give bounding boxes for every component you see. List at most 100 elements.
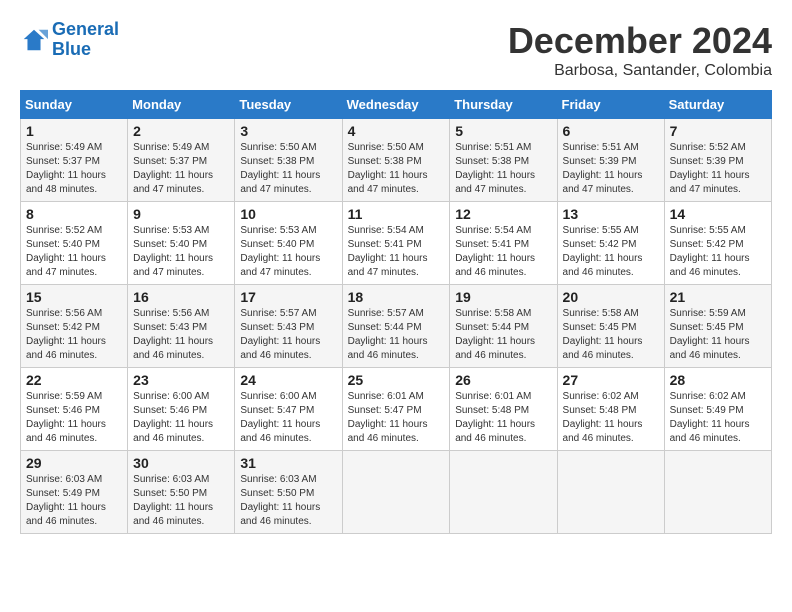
calendar-cell: 25 Sunrise: 6:01 AM Sunset: 5:47 PM Dayli… — [342, 368, 450, 451]
calendar-cell: 20 Sunrise: 5:58 AM Sunset: 5:45 PM Dayli… — [557, 285, 664, 368]
day-info: Sunrise: 5:54 AM Sunset: 5:41 PM Dayligh… — [348, 224, 445, 280]
calendar-cell: 23 Sunrise: 6:00 AM Sunset: 5:46 PM Dayli… — [128, 368, 235, 451]
day-info: Sunrise: 5:56 AM Sunset: 5:42 PM Dayligh… — [26, 307, 122, 363]
day-info: Sunrise: 6:02 AM Sunset: 5:49 PM Dayligh… — [670, 390, 766, 446]
weekday-header-friday: Friday — [557, 91, 664, 119]
calendar-cell — [342, 451, 450, 534]
day-info: Sunrise: 5:58 AM Sunset: 5:45 PM Dayligh… — [563, 307, 659, 363]
day-info: Sunrise: 6:01 AM Sunset: 5:48 PM Dayligh… — [455, 390, 551, 446]
day-number: 18 — [348, 289, 445, 305]
day-number: 7 — [670, 123, 766, 139]
calendar-cell: 10Sunrise: 5:53 AM Sunset: 5:40 PM Dayli… — [235, 202, 342, 285]
day-number: 26 — [455, 372, 551, 388]
day-info: Sunrise: 6:02 AM Sunset: 5:48 PM Dayligh… — [563, 390, 659, 446]
day-number: 17 — [240, 289, 336, 305]
calendar-week-row: 1 Sunrise: 5:49 AM Sunset: 5:37 PM Daylig… — [21, 119, 772, 202]
day-number: 29 — [26, 455, 122, 471]
calendar-cell: 14Sunrise: 5:55 AM Sunset: 5:42 PM Dayli… — [664, 202, 771, 285]
day-number: 23 — [133, 372, 229, 388]
day-info: Sunrise: 6:03 AM Sunset: 5:49 PM Dayligh… — [26, 473, 122, 529]
calendar-cell: 6 Sunrise: 5:51 AM Sunset: 5:39 PM Daylig… — [557, 119, 664, 202]
day-number: 21 — [670, 289, 766, 305]
day-number: 24 — [240, 372, 336, 388]
day-number: 4 — [348, 123, 445, 139]
day-info: Sunrise: 6:00 AM Sunset: 5:46 PM Dayligh… — [133, 390, 229, 446]
day-number: 19 — [455, 289, 551, 305]
day-number: 31 — [240, 455, 336, 471]
weekday-header-thursday: Thursday — [450, 91, 557, 119]
day-info: Sunrise: 5:51 AM Sunset: 5:38 PM Dayligh… — [455, 141, 551, 197]
day-number: 22 — [26, 372, 122, 388]
calendar-cell: 17 Sunrise: 5:57 AM Sunset: 5:43 PM Dayli… — [235, 285, 342, 368]
calendar-table: SundayMondayTuesdayWednesdayThursdayFrid… — [20, 90, 772, 534]
calendar-cell: 2Sunrise: 5:49 AM Sunset: 5:37 PM Daylig… — [128, 119, 235, 202]
title-block: December 2024 Barbosa, Santander, Colomb… — [508, 20, 772, 80]
day-number: 20 — [563, 289, 659, 305]
day-info: Sunrise: 5:51 AM Sunset: 5:39 PM Dayligh… — [563, 141, 659, 197]
calendar-cell: 9 Sunrise: 5:53 AM Sunset: 5:40 PM Daylig… — [128, 202, 235, 285]
weekday-header-wednesday: Wednesday — [342, 91, 450, 119]
day-info: Sunrise: 5:52 AM Sunset: 5:39 PM Dayligh… — [670, 141, 766, 197]
day-info: Sunrise: 5:56 AM Sunset: 5:43 PM Dayligh… — [133, 307, 229, 363]
day-number: 15 — [26, 289, 122, 305]
day-info: Sunrise: 6:01 AM Sunset: 5:47 PM Dayligh… — [348, 390, 445, 446]
weekday-header-tuesday: Tuesday — [235, 91, 342, 119]
calendar-cell: 28 Sunrise: 6:02 AM Sunset: 5:49 PM Dayli… — [664, 368, 771, 451]
weekday-header-monday: Monday — [128, 91, 235, 119]
day-info: Sunrise: 5:50 AM Sunset: 5:38 PM Dayligh… — [348, 141, 445, 197]
day-info: Sunrise: 5:59 AM Sunset: 5:46 PM Dayligh… — [26, 390, 122, 446]
day-number: 25 — [348, 372, 445, 388]
day-number: 9 — [133, 206, 229, 222]
calendar-cell: 4 Sunrise: 5:50 AM Sunset: 5:38 PM Daylig… — [342, 119, 450, 202]
day-info: Sunrise: 5:55 AM Sunset: 5:42 PM Dayligh… — [563, 224, 659, 280]
day-number: 27 — [563, 372, 659, 388]
day-number: 6 — [563, 123, 659, 139]
day-number: 16 — [133, 289, 229, 305]
day-number: 14 — [670, 206, 766, 222]
calendar-cell: 30Sunrise: 6:03 AM Sunset: 5:50 PM Dayli… — [128, 451, 235, 534]
calendar-cell: 12Sunrise: 5:54 AM Sunset: 5:41 PM Dayli… — [450, 202, 557, 285]
calendar-cell: 1 Sunrise: 5:49 AM Sunset: 5:37 PM Daylig… — [21, 119, 128, 202]
weekday-header-saturday: Saturday — [664, 91, 771, 119]
weekday-header-sunday: Sunday — [21, 91, 128, 119]
day-info: Sunrise: 5:53 AM Sunset: 5:40 PM Dayligh… — [133, 224, 229, 280]
day-number: 1 — [26, 123, 122, 139]
day-number: 30 — [133, 455, 229, 471]
calendar-cell: 31 Sunrise: 6:03 AM Sunset: 5:50 PM Dayli… — [235, 451, 342, 534]
calendar-cell: 7 Sunrise: 5:52 AM Sunset: 5:39 PM Daylig… — [664, 119, 771, 202]
calendar-week-row: 29 Sunrise: 6:03 AM Sunset: 5:49 PM Dayli… — [21, 451, 772, 534]
day-number: 2 — [133, 123, 229, 139]
calendar-cell — [450, 451, 557, 534]
calendar-cell: 24Sunrise: 6:00 AM Sunset: 5:47 PM Dayli… — [235, 368, 342, 451]
day-info: Sunrise: 5:57 AM Sunset: 5:43 PM Dayligh… — [240, 307, 336, 363]
day-info: Sunrise: 5:49 AM Sunset: 5:37 PM Dayligh… — [26, 141, 122, 197]
calendar-cell: 18Sunrise: 5:57 AM Sunset: 5:44 PM Dayli… — [342, 285, 450, 368]
calendar-cell: 8 Sunrise: 5:52 AM Sunset: 5:40 PM Daylig… — [21, 202, 128, 285]
calendar-cell — [664, 451, 771, 534]
calendar-cell: 16 Sunrise: 5:56 AM Sunset: 5:43 PM Dayli… — [128, 285, 235, 368]
calendar-cell: 13 Sunrise: 5:55 AM Sunset: 5:42 PM Dayli… — [557, 202, 664, 285]
calendar-cell: 22 Sunrise: 5:59 AM Sunset: 5:46 PM Dayli… — [21, 368, 128, 451]
calendar-cell: 27 Sunrise: 6:02 AM Sunset: 5:48 PM Dayli… — [557, 368, 664, 451]
calendar-cell: 5 Sunrise: 5:51 AM Sunset: 5:38 PM Daylig… — [450, 119, 557, 202]
logo-text: General Blue — [52, 20, 119, 60]
day-info: Sunrise: 5:58 AM Sunset: 5:44 PM Dayligh… — [455, 307, 551, 363]
calendar-header-row: SundayMondayTuesdayWednesdayThursdayFrid… — [21, 91, 772, 119]
calendar-cell: 21 Sunrise: 5:59 AM Sunset: 5:45 PM Dayli… — [664, 285, 771, 368]
calendar-cell: 29 Sunrise: 6:03 AM Sunset: 5:49 PM Dayli… — [21, 451, 128, 534]
location-subtitle: Barbosa, Santander, Colombia — [508, 62, 772, 80]
day-number: 28 — [670, 372, 766, 388]
day-number: 3 — [240, 123, 336, 139]
calendar-cell: 3Sunrise: 5:50 AM Sunset: 5:38 PM Daylig… — [235, 119, 342, 202]
day-info: Sunrise: 5:52 AM Sunset: 5:40 PM Dayligh… — [26, 224, 122, 280]
day-info: Sunrise: 6:03 AM Sunset: 5:50 PM Dayligh… — [240, 473, 336, 529]
calendar-week-row: 22 Sunrise: 5:59 AM Sunset: 5:46 PM Dayli… — [21, 368, 772, 451]
day-number: 13 — [563, 206, 659, 222]
day-number: 8 — [26, 206, 122, 222]
day-number: 5 — [455, 123, 551, 139]
day-info: Sunrise: 5:59 AM Sunset: 5:45 PM Dayligh… — [670, 307, 766, 363]
calendar-week-row: 15 Sunrise: 5:56 AM Sunset: 5:42 PM Dayli… — [21, 285, 772, 368]
calendar-week-row: 8 Sunrise: 5:52 AM Sunset: 5:40 PM Daylig… — [21, 202, 772, 285]
calendar-cell: 15 Sunrise: 5:56 AM Sunset: 5:42 PM Dayli… — [21, 285, 128, 368]
calendar-cell: 26 Sunrise: 6:01 AM Sunset: 5:48 PM Dayli… — [450, 368, 557, 451]
